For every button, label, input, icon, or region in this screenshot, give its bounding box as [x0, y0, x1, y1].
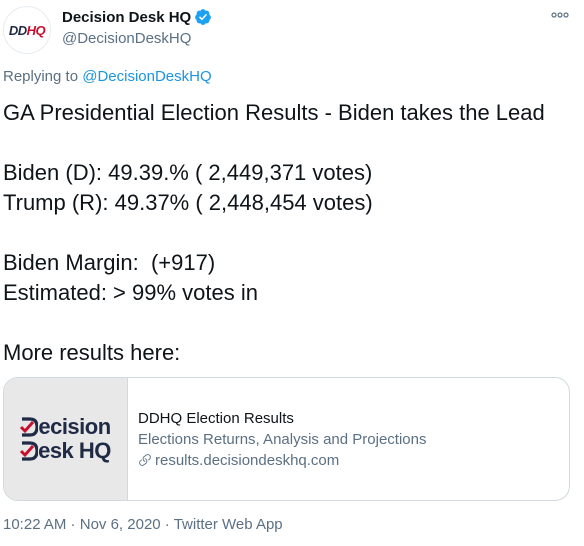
- separator: ·: [66, 516, 80, 533]
- tweet-date[interactable]: Nov 6, 2020: [80, 516, 161, 533]
- card-thumbnail-logo: ecision esk HQ: [4, 378, 128, 500]
- replying-to: Replying to @DecisionDeskHQ: [3, 68, 212, 85]
- tweet-line: Estimated: > 99% votes in: [3, 280, 258, 305]
- card-title: DDHQ Election Results: [138, 409, 294, 427]
- avatar-logo: DDHQ: [8, 22, 46, 38]
- card-url-text[interactable]: results.decisiondeskhq.com: [155, 450, 339, 471]
- card-url: results.decisiondeskhq.com: [138, 450, 426, 471]
- more-options-icon[interactable]: [550, 8, 570, 22]
- logo-check-icon: [20, 417, 39, 437]
- tweet-text: GA Presidential Election Results - Biden…: [3, 98, 578, 368]
- tweet-line: More results here:: [3, 340, 181, 365]
- tweet-line: Biden (D): 49.39.% ( 2,449,371 votes): [3, 160, 373, 185]
- tweet-line: GA Presidential Election Results - Biden…: [3, 100, 545, 125]
- logo-line-1: ecision: [20, 415, 111, 439]
- name-row: Decision Desk HQ: [62, 8, 212, 26]
- tweet-time[interactable]: 10:22 AM: [3, 516, 66, 533]
- tweet-header: DDHQ Decision Desk HQ @DecisionDeskHQ: [0, 0, 584, 60]
- verified-badge-icon: [195, 9, 212, 25]
- tweet-line: [3, 128, 578, 158]
- link-icon: [139, 454, 151, 466]
- tweet-source[interactable]: Twitter Web App: [174, 516, 283, 533]
- replying-prefix: Replying to: [3, 68, 83, 85]
- tweet-metadata: 10:22 AM · Nov 6, 2020 · Twitter Web App: [3, 516, 283, 533]
- card-text: DDHQ Election Results Elections Returns,…: [128, 378, 426, 500]
- handle[interactable]: @DecisionDeskHQ: [62, 30, 191, 47]
- link-card[interactable]: ecision esk HQ DDHQ Election Results Ele…: [3, 377, 570, 501]
- avatar[interactable]: DDHQ: [3, 6, 51, 54]
- logo-check-icon: [20, 441, 39, 461]
- separator: ·: [160, 516, 174, 533]
- card-description: Elections Returns, Analysis and Projecti…: [138, 430, 427, 448]
- replying-handle-link[interactable]: @DecisionDeskHQ: [82, 68, 211, 85]
- tweet-line: [3, 218, 578, 248]
- tweet-line: [3, 308, 578, 338]
- display-name[interactable]: Decision Desk HQ: [62, 9, 191, 26]
- tweet-line: Biden Margin: (+917): [3, 250, 216, 275]
- logo-line-2: esk HQ: [20, 439, 111, 463]
- tweet-line: Trump (R): 49.37% ( 2,448,454 votes): [3, 190, 373, 215]
